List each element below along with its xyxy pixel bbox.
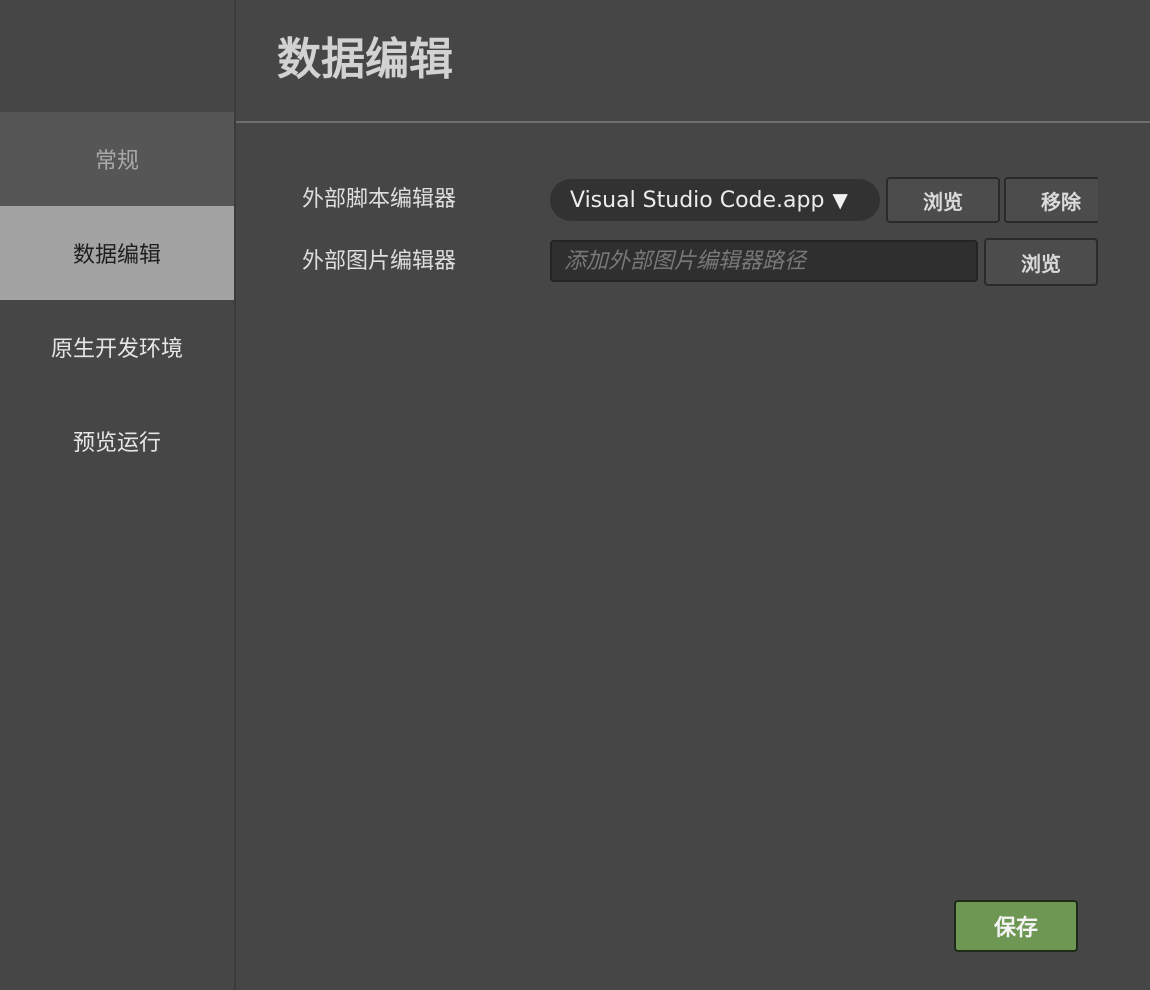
script-editor-remove-clip: 移除 <box>1004 177 1098 223</box>
script-editor-label: 外部脚本编辑器 <box>302 187 457 212</box>
script-editor-selected-value: Visual Studio Code.app <box>570 187 825 213</box>
script-editor-select[interactable]: Visual Studio Code.app ▼ <box>550 179 880 221</box>
image-editor-browse-button[interactable]: 浏览 <box>984 238 1098 286</box>
sidebar-item-preview-run[interactable]: 预览运行 <box>0 394 234 488</box>
script-editor-remove-button[interactable]: 移除 <box>1004 177 1098 223</box>
save-button[interactable]: 保存 <box>954 900 1078 952</box>
sidebar-item-label: 常规 <box>94 149 139 174</box>
sidebar-item-data-editing[interactable]: 数据编辑 <box>0 206 234 300</box>
settings-window: 常规 数据编辑 原生开发环境 预览运行 数据编辑 外部脚本编辑器 Visual … <box>0 0 1150 990</box>
image-editor-label: 外部图片编辑器 <box>302 249 457 274</box>
sidebar-item-general[interactable]: 常规 <box>0 112 234 206</box>
sidebar-divider <box>234 0 236 990</box>
sidebar-item-label: 预览运行 <box>72 431 161 456</box>
sidebar: 常规 数据编辑 原生开发环境 预览运行 <box>0 0 234 990</box>
script-editor-browse-button[interactable]: 浏览 <box>886 177 1000 223</box>
image-editor-path-input[interactable] <box>550 240 978 282</box>
page-title: 数据编辑 <box>277 34 453 85</box>
chevron-down-icon: ▼ <box>832 188 848 212</box>
sidebar-item-native-dev-env[interactable]: 原生开发环境 <box>0 300 234 394</box>
sidebar-item-label: 数据编辑 <box>72 243 161 268</box>
header-divider <box>236 121 1150 123</box>
sidebar-item-label: 原生开发环境 <box>50 337 183 362</box>
